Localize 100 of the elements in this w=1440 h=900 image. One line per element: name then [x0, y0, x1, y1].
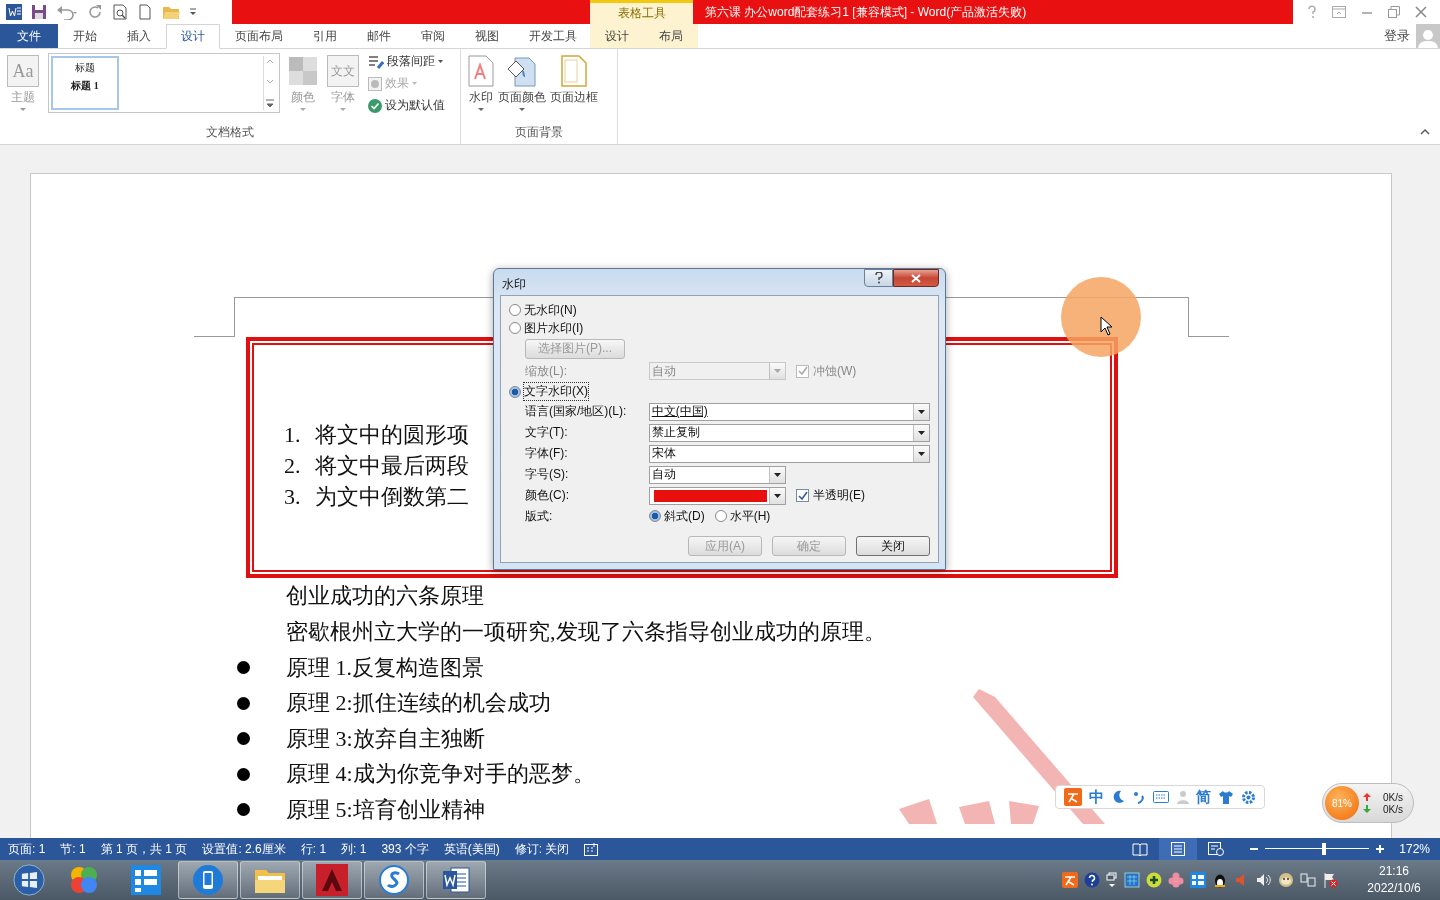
input-method-icon[interactable]	[1062, 872, 1078, 888]
input-method-logo-icon[interactable]	[1063, 788, 1082, 806]
radio-button[interactable]	[509, 322, 521, 334]
taskbar-app[interactable]	[178, 861, 238, 899]
macro-recording-icon[interactable]	[584, 842, 599, 856]
tiles-icon[interactable]	[1190, 872, 1206, 888]
size-dropdown[interactable]: 自动	[649, 465, 786, 484]
radio-button[interactable]	[509, 304, 521, 316]
moon-icon[interactable]	[1111, 790, 1126, 804]
ribbon-tab[interactable]: 设计	[166, 24, 220, 49]
flower-icon[interactable]	[1168, 872, 1184, 888]
sign-in-link[interactable]: 登录	[1384, 27, 1410, 45]
list-number: 1.	[284, 421, 302, 448]
ribbon-command[interactable]: 设为默认值	[368, 97, 445, 114]
ime-script-toggle[interactable]: 简	[1195, 787, 1211, 807]
file-tab[interactable]: 文件	[0, 24, 58, 48]
taskbar-app[interactable]	[302, 861, 362, 899]
group-label: 文档格式	[206, 124, 254, 141]
monkey-icon[interactable]	[1278, 872, 1294, 888]
radio-button[interactable]	[649, 510, 661, 522]
zoom-in-icon[interactable]	[1375, 844, 1386, 854]
undo-icon[interactable]	[56, 4, 78, 20]
word-logo-icon[interactable]	[6, 4, 22, 20]
punctuation-icon[interactable]	[1132, 790, 1147, 804]
status-item[interactable]: 节: 1	[60, 840, 86, 858]
taskbar-app[interactable]	[240, 861, 300, 899]
checkmark-icon	[368, 98, 382, 113]
customize-menu-icon[interactable]	[189, 7, 197, 17]
page-color-icon	[506, 55, 538, 87]
question-mark-icon	[874, 272, 883, 284]
caret-icon	[918, 409, 925, 414]
checkbox[interactable]	[796, 489, 809, 502]
status-item[interactable]: 修订: 关闭	[514, 840, 570, 858]
plus-icon[interactable]	[1146, 872, 1162, 888]
ribbon-command[interactable]: 段落间距	[368, 53, 445, 70]
color-squares-icon	[289, 55, 317, 87]
status-item[interactable]: 页面: 1	[8, 840, 46, 858]
view-button[interactable]	[1159, 838, 1198, 860]
ribbon-command[interactable]: 页面边框	[549, 53, 599, 108]
taskbar-app[interactable]	[364, 861, 424, 899]
color-dropdown[interactable]	[649, 486, 786, 505]
print-preview-icon[interactable]	[112, 4, 128, 20]
ribbon-tab[interactable]: 布局	[644, 24, 698, 48]
close-icon[interactable]	[1414, 6, 1427, 18]
new-document-icon[interactable]	[137, 4, 153, 20]
status-item[interactable]: 列: 1	[341, 840, 367, 858]
network-icon[interactable]	[1300, 872, 1316, 888]
dropdown-field[interactable]: 宋体	[648, 444, 930, 463]
radio-label[interactable]: 斜式(D)	[664, 507, 705, 525]
dialog-button[interactable]: 关闭	[856, 536, 930, 556]
checkbox-label[interactable]: 半透明(E)	[813, 487, 865, 504]
status-item[interactable]: 第 1 页，共 1 页	[100, 840, 188, 858]
penguin-icon[interactable]	[1212, 872, 1228, 888]
colorful-app-icon	[68, 864, 100, 896]
windows-icon[interactable]	[1106, 872, 1118, 888]
upload-arrow-icon	[1363, 793, 1371, 801]
read-mode-icon	[1132, 842, 1149, 856]
bullet-dot	[237, 696, 250, 710]
clock[interactable]: 21:16 2022/10/6	[1356, 863, 1432, 897]
flag-error-icon[interactable]	[1322, 872, 1338, 888]
status-item[interactable]: 设置值: 2.6厘米	[202, 840, 286, 858]
restore-icon[interactable]	[1387, 6, 1400, 18]
ime-mode-toggle[interactable]: 中	[1088, 787, 1104, 807]
field-label: 版式:	[525, 507, 554, 525]
radio-label[interactable]: 水平(H)	[729, 507, 771, 525]
field-label: 语言(国家/地区)(L):	[525, 403, 628, 420]
shirt-icon[interactable]	[1218, 790, 1235, 804]
close-button[interactable]	[893, 269, 939, 287]
radio-button[interactable]	[714, 510, 727, 522]
help-button[interactable]	[864, 269, 893, 287]
dropdown-field[interactable]: 禁止复制	[648, 423, 930, 442]
help-icon[interactable]	[1084, 872, 1100, 888]
volume-icon[interactable]	[1256, 872, 1272, 888]
paragraph-text: 创业成功的六条原理	[286, 582, 484, 610]
taskbar-app[interactable]	[426, 861, 486, 899]
ribbon-tab[interactable]: 设计	[590, 24, 644, 48]
bullet-item-text: 原理 2:抓住连续的机会成功	[286, 689, 551, 718]
zoom-slider-thumb[interactable]	[1322, 843, 1327, 855]
redo-icon[interactable]	[87, 4, 103, 20]
status-item[interactable]: 行: 1	[300, 840, 327, 858]
radio-label[interactable]: 无水印(N)	[524, 301, 577, 319]
ribbon-command[interactable]: 水印	[467, 53, 495, 113]
radio-label[interactable]: 文字水印(X)	[524, 383, 588, 400]
dropdown-field[interactable]: 中文(中国)	[648, 402, 930, 421]
bullet-item-text: 原理 1.反复构造图景	[286, 653, 484, 682]
save-icon[interactable]	[31, 4, 47, 20]
zoom-level[interactable]: 172%	[1399, 842, 1430, 856]
more-icon[interactable]	[264, 98, 276, 110]
paragraph-text: 密歇根州立大学的一项研究,发现了六条指导创业成功的原理。	[286, 618, 886, 646]
style-gallery[interactable]: 标题 标题 1	[48, 53, 280, 113]
paragraph-spacing-icon	[368, 54, 384, 69]
status-item[interactable]: 英语(美国)	[443, 840, 500, 858]
ribbon-command[interactable]: 页面颜色	[497, 53, 547, 113]
status-item[interactable]: 393 个字	[381, 840, 429, 858]
settings-icon[interactable]	[1241, 789, 1257, 805]
style-preview[interactable]: 标题 标题 1	[51, 56, 119, 110]
collapse-ribbon-icon[interactable]	[1420, 129, 1430, 135]
keyboard-icon[interactable]	[1153, 791, 1170, 803]
radio-label[interactable]: 图片水印(I)	[524, 319, 584, 337]
radio-button[interactable]	[509, 385, 521, 398]
